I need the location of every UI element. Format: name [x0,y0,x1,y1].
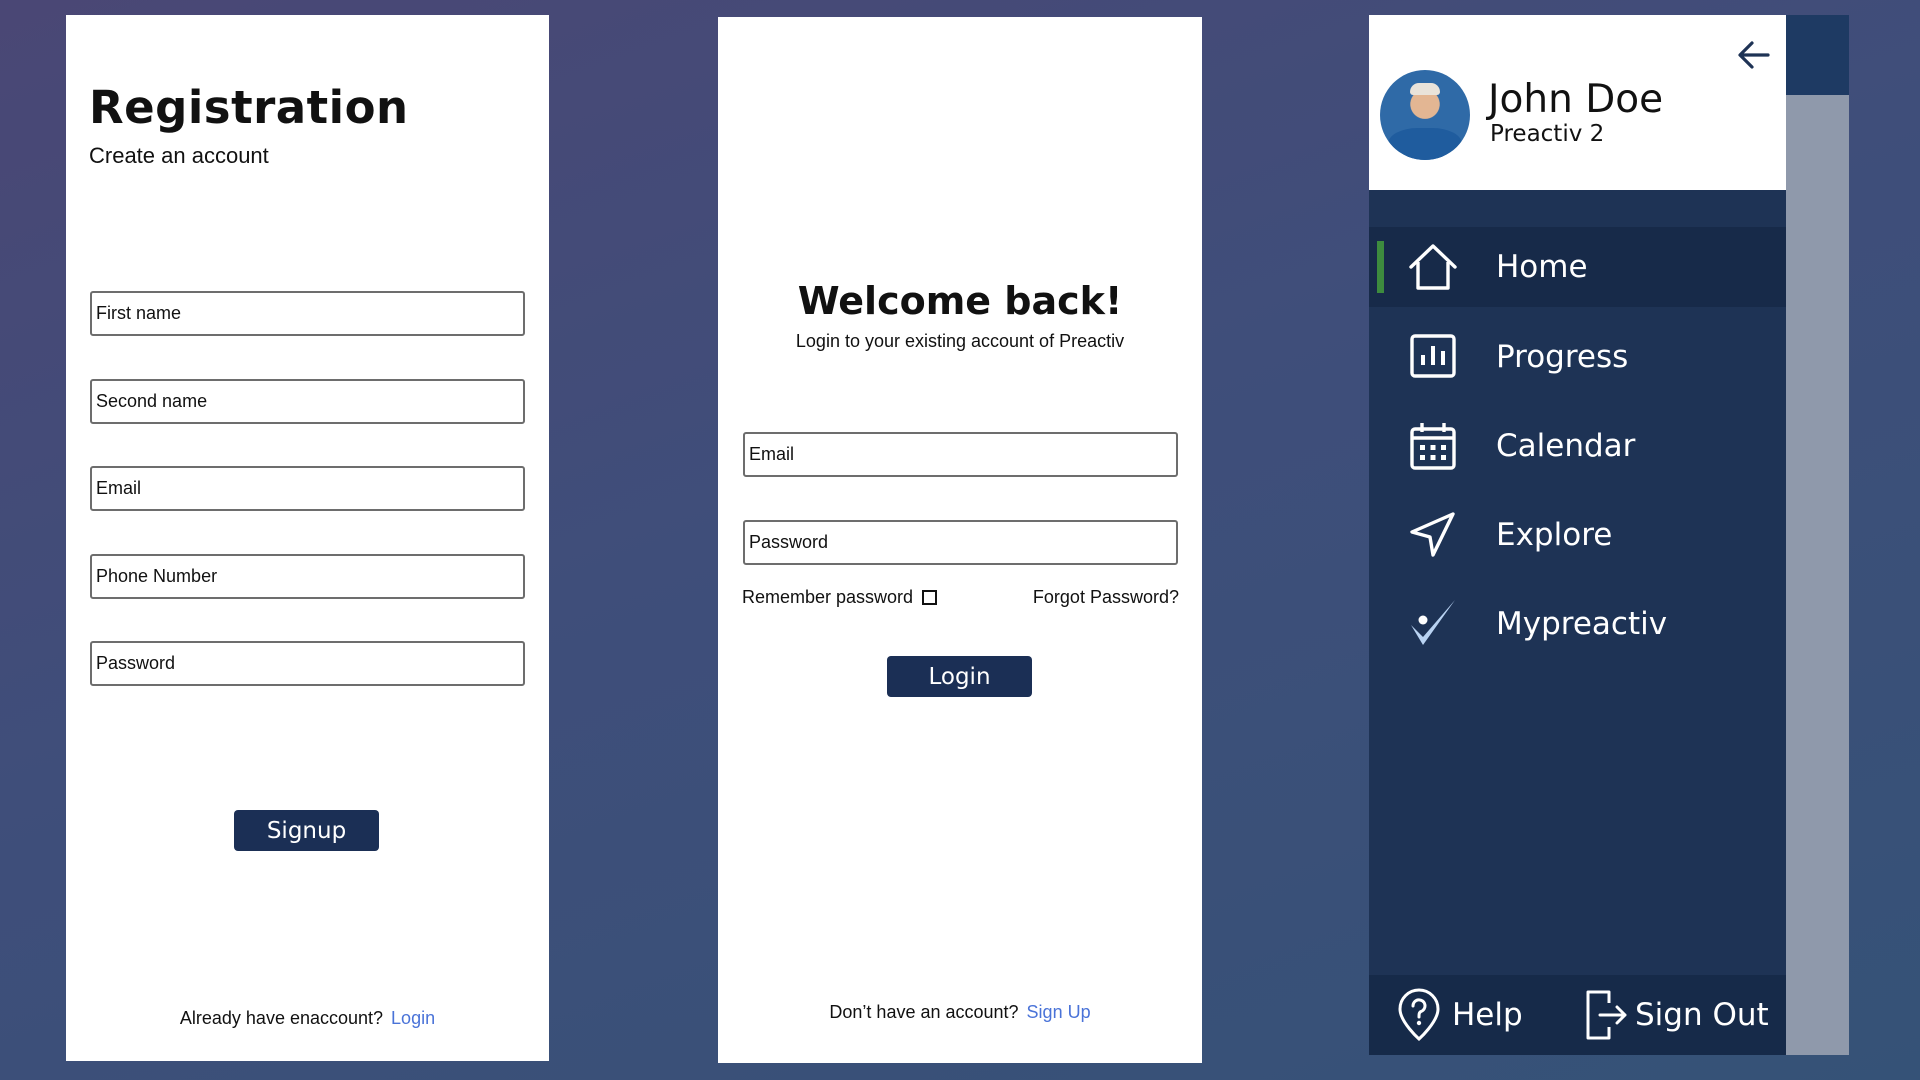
avatar [1380,70,1470,160]
login-link[interactable]: Login [391,1008,435,1028]
help-button[interactable]: Help [1396,975,1523,1055]
email-field[interactable] [90,466,525,511]
user-name: John Doe [1488,77,1664,122]
signup-link[interactable]: Sign Up [1027,1002,1091,1022]
remember-password-label: Remember password [742,587,914,607]
navigation-arrow-icon [1410,511,1455,557]
navigation-drawer: John Doe Preactiv 2 Home Progress Calend… [1369,15,1786,1055]
email-field[interactable] [743,432,1178,477]
page-subtitle: Create an account [89,143,269,168]
sign-out-icon [1586,990,1627,1040]
sign-out-button[interactable]: Sign Out [1583,975,1769,1055]
back-arrow-icon[interactable] [1734,35,1774,75]
background-app-overlay [1786,15,1849,1055]
login-screen: Welcome back! Login to your existing acc… [718,17,1202,1063]
menu-item-label: Calendar [1496,427,1636,464]
menu-item-label: Explore [1496,516,1613,553]
password-field[interactable] [90,641,525,686]
help-label: Help [1452,997,1523,1033]
login-button[interactable]: Login [887,656,1032,697]
menu-item-mypreactiv[interactable]: Mypreactiv [1369,584,1786,663]
password-field[interactable] [743,520,1178,565]
remember-password-checkbox[interactable] [922,590,938,605]
signup-button[interactable]: Signup [234,810,379,851]
drawer-footer: Help Sign Out [1369,975,1786,1055]
menu-item-label: Progress [1496,338,1629,375]
menu-item-progress[interactable]: Progress [1369,317,1786,396]
page-subtitle: Login to your existing account of Preact… [795,331,1125,351]
signup-prompt-text: Don’t have an account? [829,1002,1019,1022]
login-prompt-text: Already have enaccount? [179,1008,384,1028]
page-title: Welcome back! [797,279,1123,323]
navigation-menu: Home Progress Calendar Explore Mypreacti… [1369,227,1786,673]
background-app-header [1786,15,1849,95]
bar-chart-icon [1410,333,1456,378]
menu-item-label: Mypreactiv [1496,605,1668,642]
sign-out-label: Sign Out [1635,997,1769,1033]
first-name-field[interactable] [90,291,525,336]
phone-number-field[interactable] [90,554,525,599]
profile-header: John Doe Preactiv 2 [1369,15,1786,190]
menu-item-calendar[interactable]: Calendar [1369,406,1786,485]
menu-item-label: Home [1496,249,1588,285]
home-icon [1409,244,1457,290]
page-title: Registration [89,81,409,134]
menu-item-explore[interactable]: Explore [1369,495,1786,574]
remember-password: Remember password [742,587,938,608]
forgot-password-link[interactable]: Forgot Password? [1033,587,1179,608]
menu-item-home[interactable]: Home [1369,227,1786,307]
user-plan: Preactiv 2 [1490,121,1605,147]
second-name-field[interactable] [90,379,525,424]
login-prompt: Already have enaccount? Login [66,1008,549,1029]
signup-prompt: Don’t have an account? Sign Up [718,1002,1202,1023]
help-icon [1398,988,1440,1042]
calendar-icon [1410,422,1456,470]
checkmark-icon [1411,599,1455,645]
registration-screen: Registration Create an account Signup Al… [66,15,549,1061]
